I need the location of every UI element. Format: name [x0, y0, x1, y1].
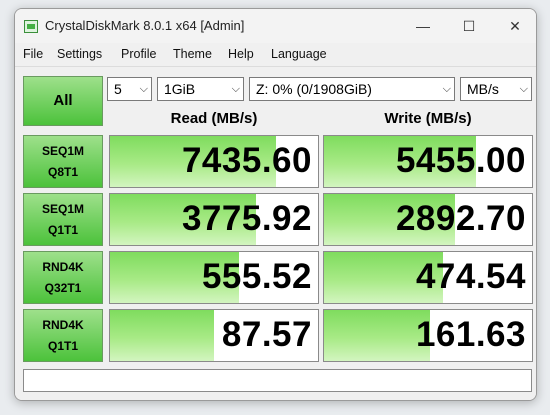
maximize-icon: ☐: [462, 18, 476, 34]
read-value: 555.52: [201, 257, 312, 296]
read-progress-bar: [110, 310, 214, 361]
read-value: 3775.92: [181, 199, 312, 238]
write-value: 474.54: [415, 257, 526, 296]
chevron-down-icon: ⌵: [519, 83, 528, 95]
menu-language[interactable]: Language: [271, 47, 327, 61]
chevron-down-icon: ⌵: [139, 83, 148, 95]
read-result-cell: 87.57: [109, 309, 319, 362]
menu-settings[interactable]: Settings: [57, 47, 102, 61]
comment-input[interactable]: [23, 369, 532, 392]
test-name-line2: Q8T1: [47, 165, 78, 179]
test-count-value: 5: [114, 81, 122, 97]
test-button-rnd4k-q32t1[interactable]: RND4K Q32T1: [23, 251, 103, 304]
test-name-line1: RND4K: [42, 318, 84, 332]
test-name-line1: SEQ1M: [41, 144, 84, 158]
test-name-line2: Q1T1: [47, 223, 78, 237]
write-result-cell: 474.54: [323, 251, 533, 304]
test-size-select[interactable]: 1GiB ⌵: [157, 77, 244, 101]
read-header: Read (MB/s): [170, 110, 258, 127]
test-size-value: 1GiB: [164, 81, 196, 97]
main-panel: All 5 ⌵ 1GiB ⌵ Z: 0% (0/1908GiB) ⌵ MB/s …: [15, 66, 536, 400]
write-result-cell: 5455.00: [323, 135, 533, 188]
menu-bar: File Settings Profile Theme Help Languag…: [15, 44, 536, 65]
test-button-seq1m-q8t1[interactable]: SEQ1M Q8T1: [23, 135, 103, 188]
maximize-button[interactable]: ☐: [446, 11, 492, 41]
write-result-cell: 2892.70: [323, 193, 533, 246]
read-value: 7435.60: [181, 141, 312, 180]
menu-file[interactable]: File: [23, 47, 43, 61]
write-header: Write (MB/s): [384, 110, 472, 127]
close-button[interactable]: ✕: [492, 11, 536, 41]
minimize-button[interactable]: —: [400, 11, 446, 41]
unit-value: MB/s: [467, 81, 499, 97]
drive-value: Z: 0% (0/1908GiB): [256, 81, 372, 97]
menu-theme[interactable]: Theme: [173, 47, 212, 61]
test-name-line1: RND4K: [42, 260, 84, 274]
app-icon: [24, 20, 38, 33]
write-value: 161.63: [415, 315, 526, 354]
test-count-select[interactable]: 5 ⌵: [107, 77, 152, 101]
test-button-rnd4k-q1t1[interactable]: RND4K Q1T1: [23, 309, 103, 362]
close-icon: ✕: [509, 18, 521, 34]
test-name-line1: SEQ1M: [41, 202, 84, 216]
menu-help[interactable]: Help: [228, 47, 254, 61]
window-title: CrystalDiskMark 8.0.1 x64 [Admin]: [45, 18, 245, 33]
minimize-icon: —: [416, 18, 430, 34]
read-value: 87.57: [221, 315, 312, 354]
app-window: CrystalDiskMark 8.0.1 x64 [Admin] — ☐ ✕ …: [14, 8, 537, 401]
read-result-cell: 555.52: [109, 251, 319, 304]
chevron-down-icon: ⌵: [442, 83, 451, 95]
write-value: 5455.00: [395, 141, 526, 180]
read-result-cell: 7435.60: [109, 135, 319, 188]
chevron-down-icon: ⌵: [231, 83, 240, 95]
test-name-line2: Q32T1: [44, 281, 82, 295]
read-result-cell: 3775.92: [109, 193, 319, 246]
write-result-cell: 161.63: [323, 309, 533, 362]
title-bar[interactable]: CrystalDiskMark 8.0.1 x64 [Admin] — ☐ ✕: [15, 9, 536, 43]
test-button-seq1m-q1t1[interactable]: SEQ1M Q1T1: [23, 193, 103, 246]
run-all-button[interactable]: All: [23, 76, 103, 126]
menu-profile[interactable]: Profile: [121, 47, 156, 61]
drive-select[interactable]: Z: 0% (0/1908GiB) ⌵: [249, 77, 455, 101]
test-name-line2: Q1T1: [47, 339, 78, 353]
unit-select[interactable]: MB/s ⌵: [460, 77, 532, 101]
write-progress-bar: [324, 310, 431, 361]
write-value: 2892.70: [395, 199, 526, 238]
